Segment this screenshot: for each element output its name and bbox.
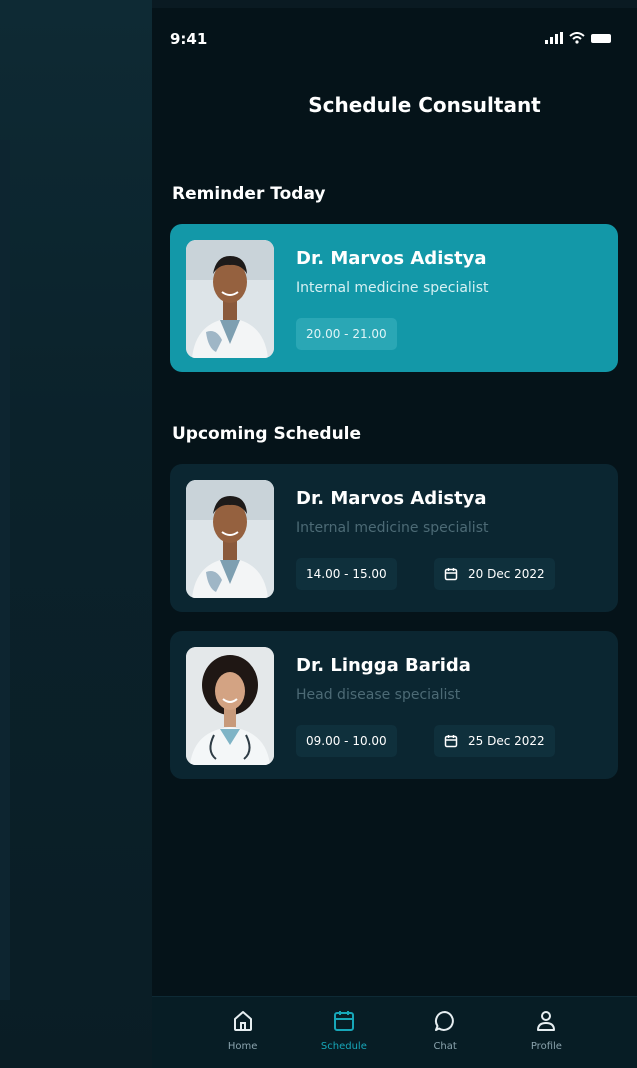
nav-label: Home [227,1041,258,1052]
bottom-nav: Home Schedule Chat Profile [152,996,637,1068]
calendar-icon [333,1011,354,1031]
calendar-icon [444,568,458,581]
date-label: 20 Dec 2022 [468,567,545,581]
time-label: 14.00 - 15.00 [306,567,387,581]
time-label: 09.00 - 10.00 [306,734,387,748]
phone-screen: 9:41 Schedule Consultant Reminder Today [152,8,637,1068]
left-background-panel [0,0,152,1068]
page-title: Schedule Consultant [308,93,541,117]
doctor-name: Dr. Marvos Adistya [296,488,487,509]
date-label: 25 Dec 2022 [468,734,545,748]
reminder-card[interactable]: Dr. Marvos Adistya Internal medicine spe… [170,224,618,372]
doctor-avatar [186,240,274,358]
profile-icon [537,1011,556,1031]
date-chip: 20 Dec 2022 [434,558,555,590]
chat-icon [435,1010,454,1031]
calendar-icon [444,735,458,748]
left-panel-edge [0,140,10,1000]
signal-icon [545,32,563,44]
time-chip: 09.00 - 10.00 [296,725,397,757]
time-label: 20.00 - 21.00 [306,327,387,341]
doctor-specialty: Internal medicine specialist [296,520,489,536]
upcoming-card[interactable]: Dr. Marvos Adistya Internal medicine spe… [170,464,618,612]
doctor-name: Dr. Lingga Barida [296,655,471,676]
status-time: 9:41 [170,30,208,48]
nav-item-schedule[interactable]: Schedule [304,997,384,1068]
status-icons [545,32,611,44]
doctor-avatar [186,480,274,598]
status-bar: 9:41 [152,8,637,56]
nav-item-chat[interactable]: Chat [405,997,485,1068]
date-chip: 25 Dec 2022 [434,725,555,757]
nav-item-profile[interactable]: Profile [506,997,586,1068]
home-icon [233,1011,252,1031]
time-chip: 14.00 - 15.00 [296,558,397,590]
nav-label: Profile [530,1041,562,1052]
reminder-section-title: Reminder Today [172,184,326,204]
doctor-specialty: Head disease specialist [296,687,461,703]
nav-label: Chat [433,1041,457,1052]
wifi-icon [569,32,585,44]
nav-item-home[interactable]: Home [203,997,283,1068]
doctor-avatar [186,647,274,765]
time-chip: 20.00 - 21.00 [296,318,397,350]
nav-label: Schedule [320,1041,367,1052]
doctor-name: Dr. Marvos Adistya [296,248,487,269]
upcoming-card[interactable]: Dr. Lingga Barida Head disease specialis… [170,631,618,779]
doctor-specialty: Internal medicine specialist [296,280,489,296]
upcoming-section-title: Upcoming Schedule [172,424,362,444]
battery-icon [591,33,611,43]
